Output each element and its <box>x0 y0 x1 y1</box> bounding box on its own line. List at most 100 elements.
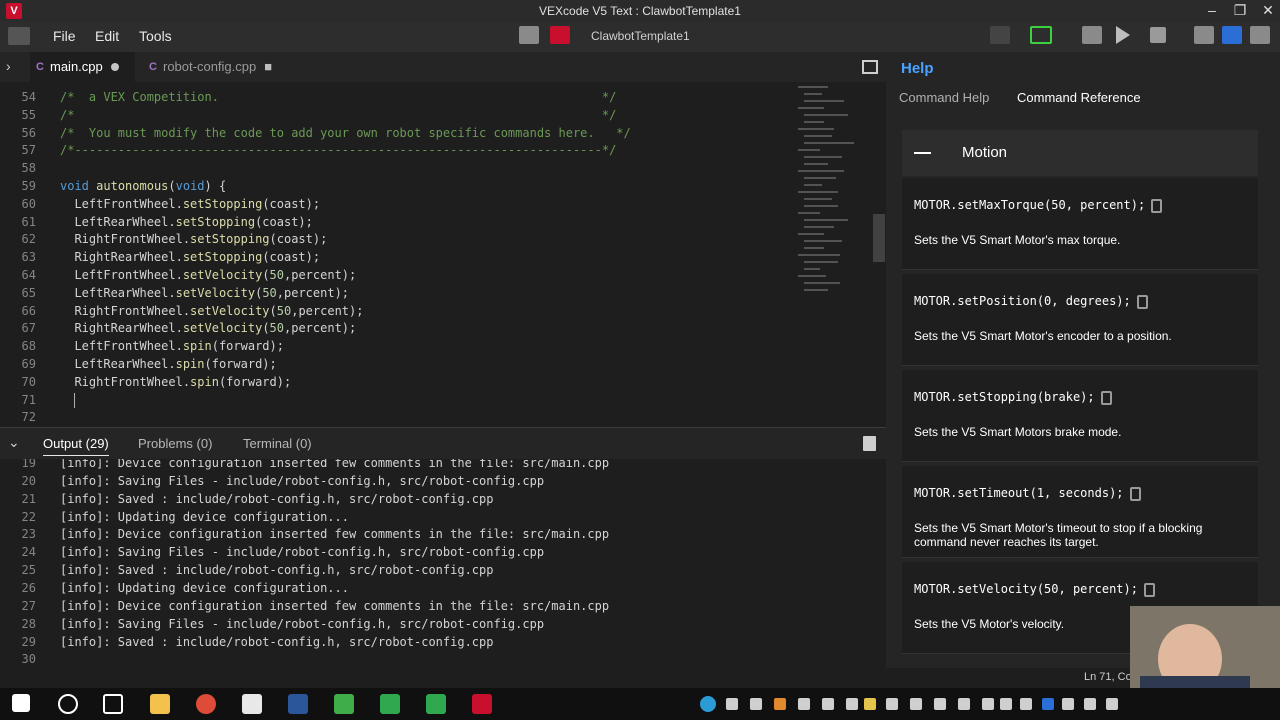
minimap[interactable] <box>796 82 866 312</box>
code-line[interactable]: 71 <box>0 393 800 411</box>
command-code: MOTOR.setStopping(brake); <box>914 390 1112 405</box>
file-explorer-icon[interactable] <box>150 694 170 714</box>
code-line[interactable]: 61 LeftRearWheel.setStopping(coast); <box>0 215 800 233</box>
device-icon[interactable] <box>519 26 539 44</box>
clipboard-icon[interactable] <box>1143 582 1155 597</box>
search-icon[interactable] <box>58 694 78 714</box>
minimize-icon[interactable]: – <box>1198 2 1226 18</box>
device-info-icon[interactable] <box>1194 26 1214 44</box>
trash-icon[interactable] <box>863 436 876 451</box>
code-line[interactable]: 54 /* a VEX Competition. */ <box>0 90 800 108</box>
tray-icon[interactable] <box>798 698 810 710</box>
app-icon-green[interactable] <box>334 694 354 714</box>
word-icon[interactable] <box>288 694 308 714</box>
vexcode-taskbar-icon[interactable] <box>472 694 492 714</box>
tray-icon[interactable] <box>726 698 738 710</box>
clipboard-icon[interactable] <box>1129 486 1141 501</box>
command-description: Sets the V5 Smart Motor's timeout to sto… <box>914 521 1203 549</box>
menu-edit[interactable]: Edit <box>95 28 119 44</box>
clipboard-icon[interactable] <box>1100 390 1112 405</box>
code-line[interactable]: 62 RightFrontWheel.setStopping(coast); <box>0 232 800 250</box>
vex-menu-icon[interactable] <box>8 27 30 45</box>
code-line[interactable]: 59 void autonomous(void) { <box>0 179 800 197</box>
chevron-down-icon[interactable]: ⌄ <box>8 434 20 451</box>
play-icon[interactable] <box>1116 26 1130 44</box>
code-line[interactable]: 69 LeftRearWheel.spin(forward); <box>0 357 800 375</box>
dropbox-icon[interactable] <box>846 698 858 710</box>
collapse-icon[interactable] <box>914 152 931 154</box>
command-description: Sets the V5 Smart Motors brake mode. <box>914 425 1122 439</box>
vex-brand-icon[interactable] <box>550 26 570 44</box>
output-text: [info]: Saving Files - include/robot-con… <box>60 473 545 488</box>
tray-icon[interactable] <box>982 698 994 710</box>
editor-scrollbar[interactable] <box>873 214 885 262</box>
clipboard-icon[interactable] <box>1136 294 1148 309</box>
cursor-position[interactable]: Ln 71, Co <box>1084 671 1132 683</box>
code-line[interactable]: 57 /*------------------------------------… <box>0 143 800 161</box>
code-line[interactable]: 66 RightFrontWheel.setVelocity(50,percen… <box>0 304 800 322</box>
help-tray-icon[interactable] <box>700 696 716 712</box>
code-editor[interactable]: 54 /* a VEX Competition. */ 55 /* */ 56 /* Yo… <box>0 82 886 427</box>
tab-main-cpp[interactable]: Cmain.cpp <box>30 52 135 82</box>
output-line: 30 <box>0 652 880 668</box>
stop-icon[interactable] <box>1150 27 1166 43</box>
maximize-icon[interactable]: ❐ <box>1226 2 1254 19</box>
app-icon-c2[interactable] <box>426 694 446 714</box>
code-line[interactable]: 67 RightRearWheel.setVelocity(50,percent… <box>0 321 800 339</box>
settings-icon[interactable] <box>1250 26 1270 44</box>
close-icon[interactable]: ✕ <box>1254 2 1280 19</box>
tray-icon[interactable] <box>1000 698 1012 710</box>
motion-section-header[interactable]: Motion <box>902 130 1258 176</box>
code-line[interactable]: 70 RightFrontWheel.spin(forward); <box>0 375 800 393</box>
tray-icon[interactable] <box>750 698 762 710</box>
chevron-right-icon[interactable]: › <box>6 58 11 74</box>
menu-tools[interactable]: Tools <box>139 28 172 44</box>
download-icon[interactable] <box>1082 26 1102 44</box>
tray-icon[interactable] <box>1062 698 1074 710</box>
tab-output[interactable]: Output (29) <box>43 436 109 456</box>
code-line[interactable]: 72 <box>0 410 800 427</box>
code-line[interactable]: 56 /* You must modify the code to add you… <box>0 126 800 144</box>
tab-problems[interactable]: Problems (0) <box>138 436 212 451</box>
tray-icon[interactable] <box>958 698 970 710</box>
code-line[interactable]: 68 LeftFrontWheel.spin(forward); <box>0 339 800 357</box>
windows-start-icon[interactable] <box>12 694 30 712</box>
minimap-line <box>804 135 832 137</box>
minimap-line <box>798 191 838 193</box>
output-panel[interactable]: 19 [info]: Device configuration inserted … <box>0 459 886 668</box>
command-card: MOTOR.setStopping(brake); Sets the V5 Sma… <box>902 370 1258 462</box>
clipboard-icon[interactable] <box>1151 198 1163 213</box>
notepad-icon[interactable] <box>242 694 262 714</box>
bluetooth-icon[interactable] <box>1042 698 1054 710</box>
tray-icon[interactable] <box>774 698 786 710</box>
menu-file[interactable]: File <box>53 28 76 44</box>
tray-icon[interactable] <box>864 698 876 710</box>
code-line[interactable]: 55 /* */ <box>0 108 800 126</box>
code-line[interactable]: 58 <box>0 161 800 179</box>
tab-command-help[interactable]: Command Help <box>899 90 989 105</box>
minimap-line <box>804 142 854 144</box>
help-icon[interactable] <box>1222 26 1242 44</box>
tab-robot-config-cpp[interactable]: Crobot-config.cpp ■ <box>143 52 303 82</box>
output-line-number: 23 <box>21 527 36 542</box>
controller-icon[interactable] <box>990 26 1010 44</box>
tab-terminal[interactable]: Terminal (0) <box>243 436 312 451</box>
tray-icon[interactable] <box>1084 698 1096 710</box>
tab-command-reference[interactable]: Command Reference <box>1017 90 1141 105</box>
split-editor-icon[interactable] <box>862 60 878 74</box>
tray-icon[interactable] <box>1020 698 1032 710</box>
task-view-icon[interactable] <box>103 694 123 714</box>
app-icon-c[interactable] <box>380 694 400 714</box>
tray-icon[interactable] <box>910 698 922 710</box>
tray-icon[interactable] <box>934 698 946 710</box>
code-line[interactable]: 60 LeftFrontWheel.setStopping(coast); <box>0 197 800 215</box>
tray-icon[interactable] <box>822 698 834 710</box>
chrome-icon[interactable] <box>196 694 216 714</box>
code-line[interactable]: 64 LeftFrontWheel.setVelocity(50,percent… <box>0 268 800 286</box>
code-line[interactable]: 63 RightRearWheel.setStopping(coast); <box>0 250 800 268</box>
project-name[interactable]: ClawbotTemplate1 <box>591 29 690 43</box>
code-line[interactable]: 65 LeftRearWheel.setVelocity(50,percent)… <box>0 286 800 304</box>
onedrive-icon[interactable] <box>886 698 898 710</box>
tray-icon[interactable] <box>1106 698 1118 710</box>
line-number: 59 <box>21 179 36 193</box>
